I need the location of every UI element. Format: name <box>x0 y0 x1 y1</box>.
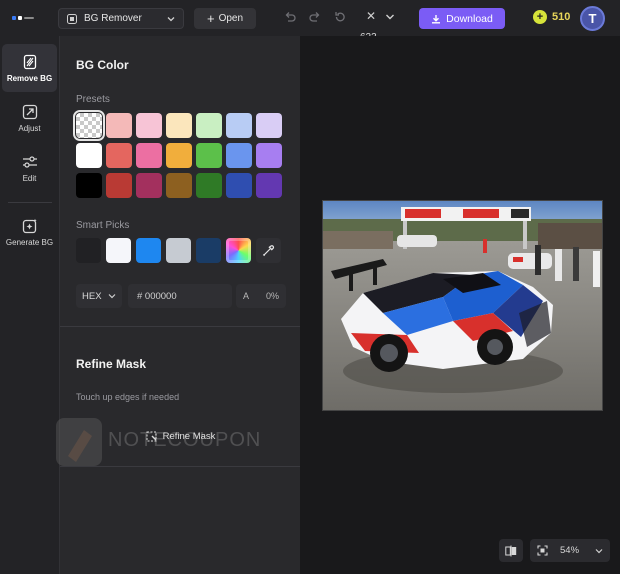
preset-swatch[interactable] <box>226 143 252 168</box>
top-bar: BG Remover + Open ✕ Download + 510 T <box>0 0 620 36</box>
hex-input[interactable]: # 000000 <box>128 284 232 308</box>
redo-button[interactable] <box>308 10 322 24</box>
app-window: BG Remover + Open ✕ Download + 510 T 623 <box>0 0 620 574</box>
left-rail: Remove BG Adjust Edit Generate BG <box>0 36 59 574</box>
open-button[interactable]: + Open <box>194 8 256 29</box>
rail-divider <box>8 202 52 203</box>
download-button[interactable]: Download <box>419 8 505 29</box>
smart-pick-swatch[interactable] <box>136 238 161 263</box>
preset-swatch[interactable] <box>256 173 282 198</box>
image-canvas[interactable]: 54% <box>300 36 620 574</box>
presets-label: Presets <box>76 94 110 105</box>
preset-swatch[interactable] <box>256 113 282 138</box>
remove-bg-icon <box>23 54 36 69</box>
preset-swatch[interactable] <box>256 143 282 168</box>
preset-swatch[interactable] <box>196 113 222 138</box>
download-button-label: Download <box>446 12 493 25</box>
alpha-value: 0% <box>265 291 279 301</box>
preset-swatch[interactable] <box>226 113 252 138</box>
open-button-label: Open <box>218 13 244 24</box>
rail-item-remove-bg[interactable]: Remove BG <box>2 44 57 92</box>
preset-swatch[interactable] <box>166 113 192 138</box>
rail-item-label: Remove BG <box>6 73 53 83</box>
undo-icon <box>285 12 296 22</box>
settings-panel: BG Color Presets Smart Picks HEX # 00000… <box>56 36 301 574</box>
smart-picks-label: Smart Picks <box>76 220 130 231</box>
generate-bg-icon <box>22 218 37 233</box>
custom-color-picker[interactable] <box>226 238 251 263</box>
preset-swatch[interactable] <box>106 113 132 138</box>
refine-mask-description: Touch up edges if needed <box>76 392 180 402</box>
reset-button[interactable] <box>333 10 347 24</box>
hex-input-value: # 000000 <box>137 290 177 302</box>
credits-badge[interactable]: + 510 <box>533 10 570 24</box>
tool-select-label: BG Remover <box>84 13 142 24</box>
preset-swatch-transparent[interactable] <box>73 110 105 141</box>
preset-swatch[interactable] <box>76 143 102 168</box>
plus-icon: + <box>206 10 215 26</box>
redo-icon <box>309 12 320 22</box>
credits-count: 510 <box>552 11 571 23</box>
preset-swatch[interactable] <box>76 173 102 198</box>
rail-item-edit[interactable]: Edit <box>2 144 57 192</box>
preset-swatch[interactable] <box>136 173 162 198</box>
undo-button[interactable] <box>283 10 297 24</box>
compare-icon <box>505 545 517 556</box>
bg-color-title: BG Color <box>76 58 129 72</box>
rail-item-label: Edit <box>22 173 37 183</box>
edit-sliders-icon <box>22 155 37 168</box>
refine-brush-icon <box>146 431 157 441</box>
download-icon <box>432 14 441 23</box>
fit-screen-icon[interactable] <box>537 545 548 556</box>
tool-select[interactable]: BG Remover <box>58 8 184 29</box>
smart-pick-swatch[interactable] <box>106 238 131 263</box>
preset-swatch[interactable] <box>106 143 132 168</box>
eyedropper-button[interactable] <box>256 238 281 263</box>
zoom-control[interactable]: 54% <box>530 539 610 562</box>
image-tool-icon <box>67 13 77 24</box>
refine-mask-button-label: Refine Mask <box>162 430 216 442</box>
preview-image[interactable] <box>322 200 603 411</box>
preset-swatch[interactable] <box>196 143 222 168</box>
refine-mask-title: Refine Mask <box>76 357 147 371</box>
eyedropper-icon <box>262 245 275 257</box>
rail-item-label: Adjust <box>18 123 41 133</box>
race-car-photo <box>323 201 602 410</box>
section-divider <box>60 326 301 327</box>
rail-item-adjust[interactable]: Adjust <box>2 94 57 142</box>
chevron-down-icon <box>108 294 116 299</box>
color-format-select[interactable]: HEX <box>76 284 122 308</box>
preset-swatch[interactable] <box>136 113 162 138</box>
chevron-down-icon <box>167 16 175 21</box>
close-icon[interactable]: ✕ <box>364 9 378 23</box>
preset-swatch[interactable] <box>106 173 132 198</box>
compare-button[interactable] <box>499 539 523 562</box>
preset-swatch[interactable] <box>166 143 192 168</box>
preset-swatch[interactable] <box>196 173 222 198</box>
chevron-down-icon[interactable] <box>595 547 603 555</box>
smart-pick-swatch[interactable] <box>76 238 101 263</box>
zoom-level: 54% <box>560 545 580 556</box>
adjust-icon <box>22 104 37 119</box>
refine-mask-button[interactable]: Refine Mask <box>60 424 301 448</box>
smart-pick-swatch[interactable] <box>196 238 221 263</box>
logo-icon <box>12 16 34 20</box>
color-format-value: HEX <box>82 290 102 302</box>
alpha-label: A <box>243 291 250 301</box>
rail-item-label: Generate BG <box>5 237 54 247</box>
app-logo[interactable] <box>0 0 46 36</box>
credit-coin-icon: + <box>533 10 547 24</box>
section-divider <box>60 466 301 467</box>
alpha-input[interactable]: A 0% <box>236 284 286 308</box>
preset-swatch[interactable] <box>226 173 252 198</box>
rail-item-generate-bg[interactable]: Generate BG <box>2 208 57 256</box>
reset-icon <box>335 12 345 22</box>
more-chevron-icon[interactable] <box>385 12 395 22</box>
preset-swatch[interactable] <box>136 143 162 168</box>
avatar[interactable]: T <box>580 6 605 31</box>
preset-swatch[interactable] <box>166 173 192 198</box>
smart-pick-swatch[interactable] <box>166 238 191 263</box>
